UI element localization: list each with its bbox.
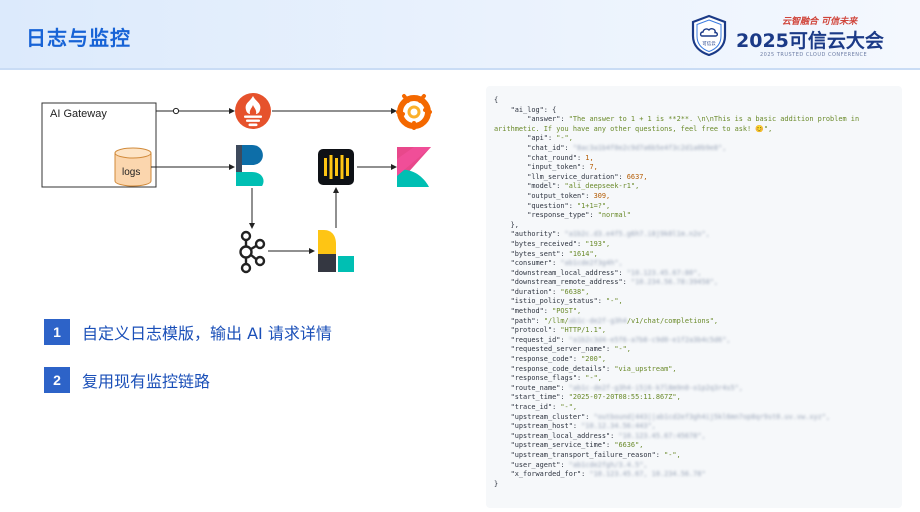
conference-logo: 可信云 云智融合 可信未来 2025可信云大会 2025 TRUSTED CLO… [690, 12, 910, 64]
log-json-panel: { "ai_log": { "answer": "The answer to 1… [486, 86, 902, 508]
kafka-icon [239, 230, 266, 274]
gateway-port-dot [172, 107, 180, 115]
architecture-diagram [41, 93, 432, 274]
fluentbit-icon [236, 145, 264, 186]
conference-name: 2025可信云大会 [736, 30, 884, 52]
kibana-icon [397, 147, 431, 187]
badge-text: 可信云 [702, 40, 716, 47]
point-number: 1 [44, 319, 70, 345]
log-json-code: { "ai_log": { "answer": "The answer to 1… [494, 96, 860, 488]
prometheus-icon [235, 93, 271, 129]
point-text: 自定义日志模版，输出 AI 请求详情 [82, 324, 332, 343]
point-number: 2 [44, 367, 70, 393]
trusted-cloud-badge-icon: 可信云 [691, 14, 727, 56]
logs-label: logs [122, 167, 141, 178]
point-2: 2 复用现有监控链路 [44, 366, 210, 394]
conference-subtitle: 2025 TRUSTED CLOUD CONFERENCE [760, 52, 868, 58]
logstash-icon [318, 230, 354, 272]
point-1: 1 自定义日志模版，输出 AI 请求详情 [44, 318, 332, 346]
ai-gateway-label: AI Gateway [50, 108, 107, 120]
point-text: 复用现有监控链路 [82, 372, 211, 391]
ilogtail-icon [318, 149, 354, 185]
grafana-icon [396, 94, 432, 130]
